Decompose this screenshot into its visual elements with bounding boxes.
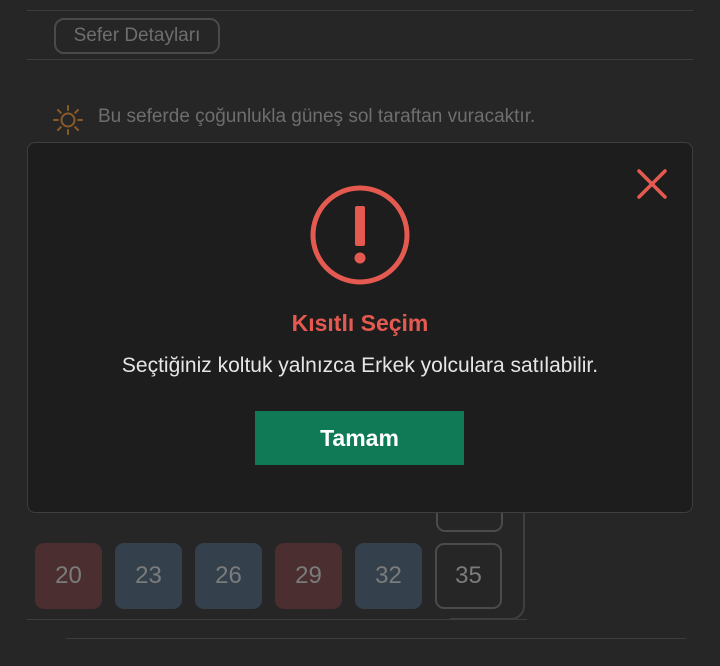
seat[interactable]: 32 [355, 543, 422, 609]
close-icon [637, 169, 667, 199]
sun-icon [53, 105, 83, 135]
sun-direction-note: Bu seferde çoğunlukla güneş sol taraftan… [98, 106, 536, 127]
seat[interactable]: 35 [435, 543, 502, 609]
exclamation-circle-icon [310, 185, 410, 285]
seatmap-divider [27, 619, 527, 620]
seat[interactable]: 20 [35, 543, 102, 609]
seat[interactable]: 26 [195, 543, 262, 609]
details-divider [27, 59, 693, 60]
dialog-message: Seçtiğiniz koltuk yalnızca Erkek yolcula… [121, 354, 599, 377]
close-button[interactable] [630, 162, 674, 206]
ok-button[interactable]: Tamam [255, 411, 464, 465]
seat[interactable]: 23 [115, 543, 182, 609]
seat[interactable]: 29 [275, 543, 342, 609]
top-divider [27, 10, 693, 11]
dialog-title: Kısıtlı Seçim [291, 310, 429, 336]
trip-details-button[interactable]: Sefer Detayları [54, 18, 220, 54]
bottom-divider [66, 638, 686, 639]
